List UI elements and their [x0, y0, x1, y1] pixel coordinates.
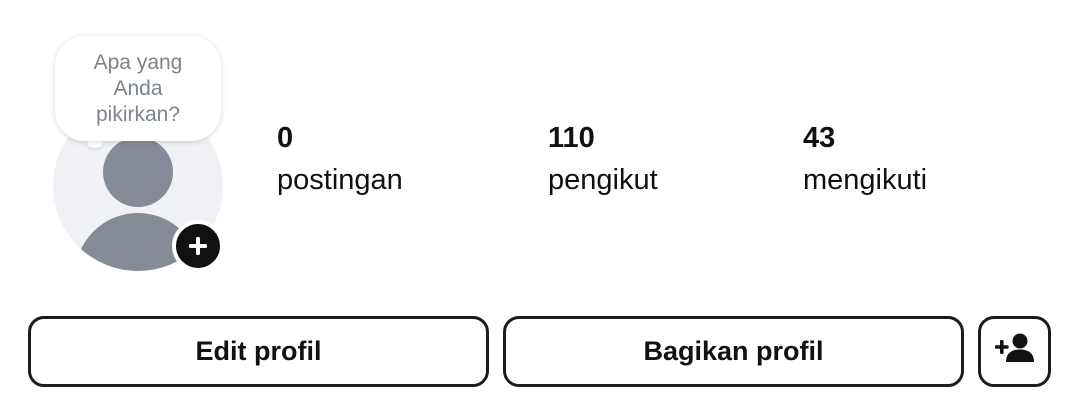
share-profile-button[interactable]: Bagikan profil [503, 316, 964, 387]
following-count: 43 [803, 122, 836, 154]
followers-stat[interactable]: 110 pengikut [548, 120, 658, 200]
discover-people-button[interactable] [978, 316, 1051, 387]
followers-label: pengikut [548, 164, 658, 196]
posts-count: 0 [277, 122, 294, 154]
note-placeholder-text: Apa yang Anda pikirkan? [93, 50, 183, 126]
following-label: mengikuti [803, 164, 928, 196]
avatar-head-shape [103, 137, 173, 207]
plus-icon [187, 235, 209, 257]
followers-count: 110 [548, 122, 595, 154]
posts-stat: 0 postingan [277, 120, 403, 200]
posts-label: postingan [277, 164, 403, 196]
following-stat[interactable]: 43 mengikuti [803, 120, 927, 200]
add-person-icon [994, 332, 1035, 371]
edit-profile-button[interactable]: Edit profil [28, 316, 489, 387]
add-story-button[interactable] [172, 220, 224, 272]
note-bubble[interactable]: Apa yang Anda pikirkan? [55, 36, 221, 141]
